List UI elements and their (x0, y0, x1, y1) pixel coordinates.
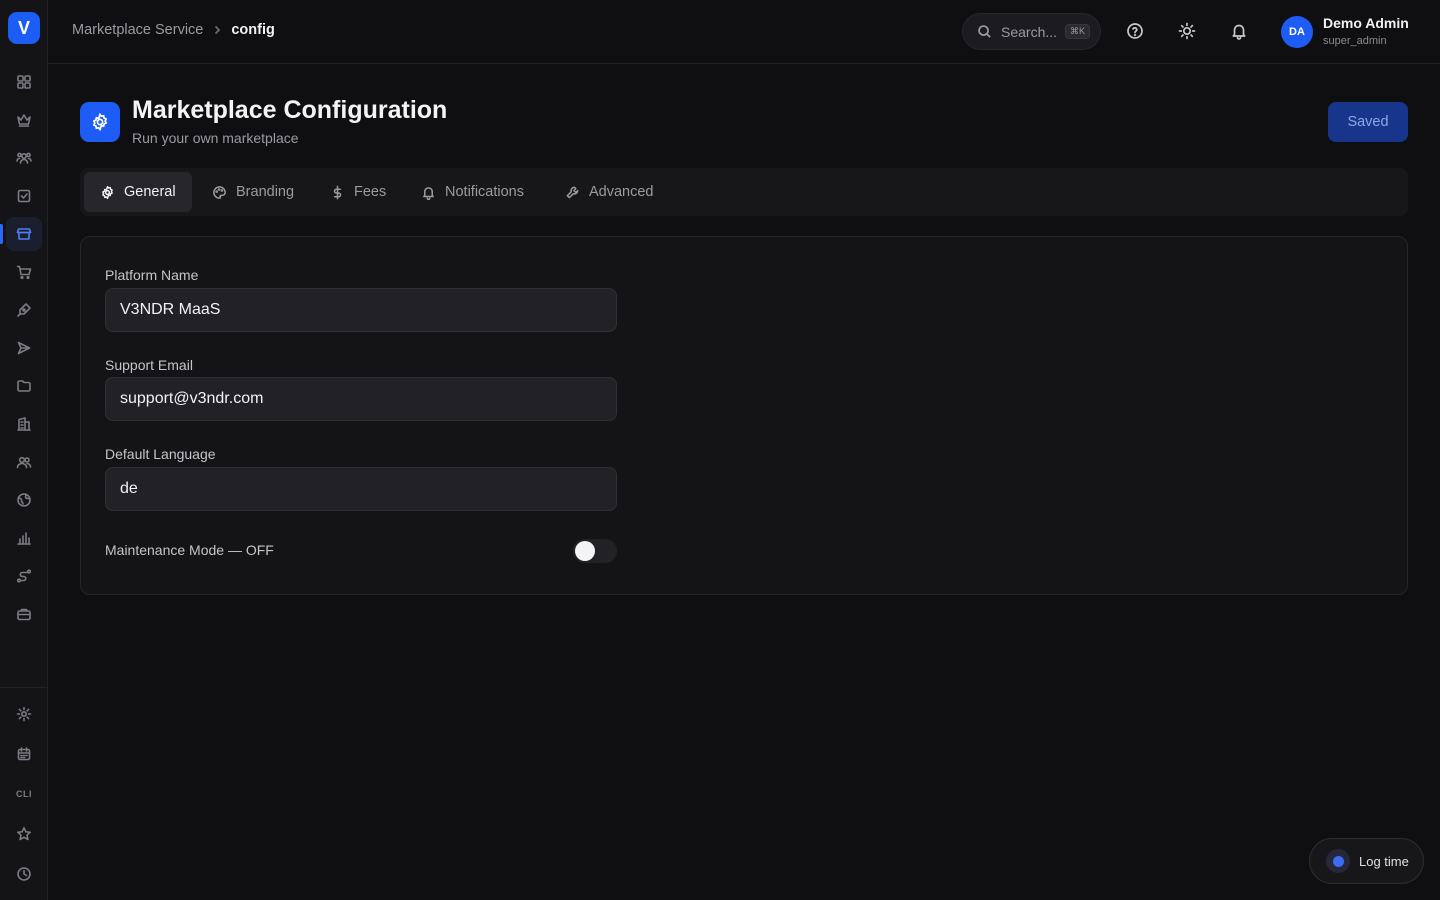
tab-label: Advanced (589, 184, 654, 200)
tab-notifications[interactable]: Notifications (405, 172, 540, 212)
timer-icon (1326, 849, 1350, 873)
platform-name-label: Platform Name (105, 267, 199, 283)
breadcrumb: Marketplace Service config (72, 22, 275, 38)
cli-icon[interactable]: CLI (6, 777, 42, 811)
help-icon[interactable] (1124, 20, 1146, 42)
gear-icon (80, 102, 120, 142)
tab-bar: General Branding Fees Notifications Adva… (80, 168, 1408, 216)
star-icon[interactable] (6, 817, 42, 851)
palette-icon (213, 185, 226, 199)
maintenance-mode-toggle[interactable] (573, 539, 617, 563)
tab-branding[interactable]: Branding (196, 172, 310, 212)
tab-general[interactable]: General (84, 172, 192, 212)
app-logo[interactable]: V (8, 12, 40, 44)
clock-icon[interactable] (6, 857, 42, 891)
checkbox-icon[interactable] (6, 179, 42, 213)
support-email-label: Support Email (105, 357, 193, 373)
user-name[interactable]: Demo Admin (1323, 15, 1409, 31)
breadcrumb-current: config (231, 22, 275, 38)
cart-icon[interactable] (6, 255, 42, 289)
log-time-label: Log time (1359, 853, 1409, 869)
calendar-icon[interactable] (6, 737, 42, 771)
briefcase-icon[interactable] (6, 597, 42, 631)
general-settings-card: Platform Name Support Email Default Lang… (80, 236, 1408, 595)
sidebar: V CLI (0, 0, 48, 900)
tab-label: Branding (236, 184, 295, 200)
folder-icon[interactable] (6, 369, 42, 403)
default-language-label: Default Language (105, 446, 216, 462)
sun-icon[interactable] (1176, 20, 1198, 42)
tab-label: General (124, 184, 176, 200)
default-language-input[interactable] (105, 467, 617, 511)
send-icon[interactable] (6, 331, 42, 365)
active-indicator (0, 224, 3, 244)
globe-icon[interactable] (6, 483, 42, 517)
search-icon (978, 25, 991, 38)
tab-advanced[interactable]: Advanced (549, 172, 670, 212)
chevron-right-icon (211, 24, 223, 36)
search-placeholder: Search... (1001, 23, 1058, 40)
dashboard-icon[interactable] (6, 65, 42, 99)
toggle-knob (575, 541, 595, 561)
search-shortcut: ⌘K (1065, 24, 1091, 39)
page-subtitle: Run your own marketplace (132, 130, 299, 146)
log-time-button[interactable]: Log time (1309, 838, 1424, 884)
save-button[interactable]: Saved (1328, 102, 1408, 142)
breadcrumb-parent[interactable]: Marketplace Service (72, 22, 203, 38)
top-bar: Marketplace Service config Search... ⌘K … (48, 0, 1440, 64)
support-email-input[interactable] (105, 377, 617, 421)
route-icon[interactable] (6, 559, 42, 593)
bell-icon (423, 186, 434, 200)
bell-icon[interactable] (1228, 20, 1250, 42)
team-icon[interactable] (6, 445, 42, 479)
wrench-icon (566, 186, 579, 198)
page-title: Marketplace Configuration (132, 96, 448, 124)
tab-label: Fees (354, 184, 387, 200)
settings-icon[interactable] (6, 697, 42, 731)
search-button[interactable]: Search... ⌘K (962, 13, 1101, 50)
gear-icon (102, 185, 113, 199)
crown-icon[interactable] (6, 103, 42, 137)
users-icon[interactable] (6, 141, 42, 175)
sidebar-divider (0, 687, 48, 688)
tab-fees[interactable]: Fees (314, 172, 402, 212)
user-role: super_admin (1323, 35, 1387, 47)
tab-label: Notifications (445, 184, 524, 200)
building-icon[interactable] (6, 407, 42, 441)
pen-tool-icon[interactable] (6, 293, 42, 327)
dollar-icon (333, 185, 342, 199)
bar-chart-icon[interactable] (6, 521, 42, 555)
store-icon[interactable] (6, 217, 42, 251)
maintenance-mode-label: Maintenance Mode — OFF (105, 542, 274, 558)
platform-name-input[interactable] (105, 288, 617, 332)
avatar[interactable]: DA (1281, 16, 1313, 48)
